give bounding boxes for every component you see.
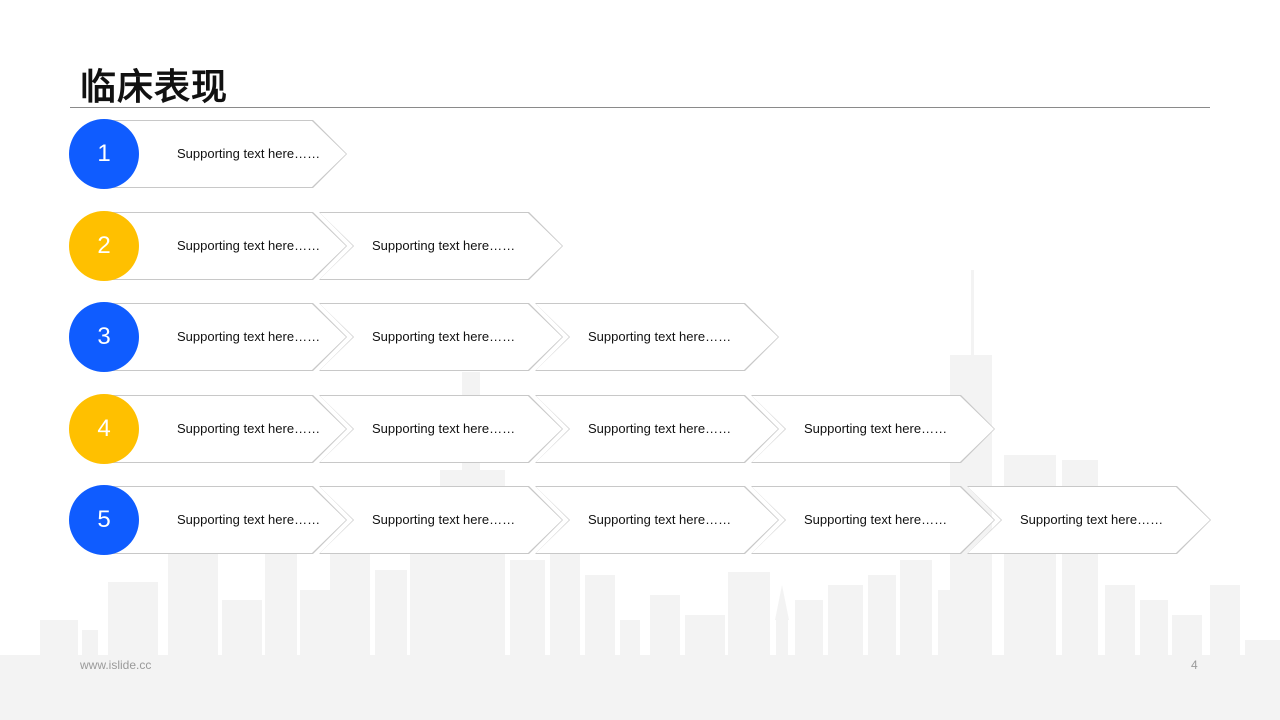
chevron-step: Supporting text here……: [535, 486, 779, 554]
chevron-step: Supporting text here……: [104, 303, 347, 371]
step-number-badge: 4: [69, 394, 139, 464]
chevron-text: Supporting text here……: [177, 421, 321, 436]
chevron-text: Supporting text here……: [372, 421, 516, 436]
step-row-5: Supporting text here…… Supporting text he…: [0, 485, 1280, 555]
chevron-fill: Supporting text here……: [536, 304, 778, 370]
chevron-step: Supporting text here……: [319, 212, 563, 280]
step-row-1: Supporting text here…… 1: [0, 119, 1280, 189]
footer-url: www.islide.cc: [80, 658, 152, 672]
step-number-badge: 2: [69, 211, 139, 281]
chevron-step: Supporting text here……: [751, 486, 995, 554]
chevron-fill: Supporting text here……: [105, 487, 346, 553]
chevron-step: Supporting text here……: [104, 212, 347, 280]
chevron-text: Supporting text here……: [177, 512, 321, 527]
chevron-fill: Supporting text here……: [320, 304, 562, 370]
chevron-fill: Supporting text here……: [536, 396, 778, 462]
chevron-fill: Supporting text here……: [752, 396, 994, 462]
chevron-fill: Supporting text here……: [968, 487, 1210, 553]
chevron-fill: Supporting text here……: [105, 396, 346, 462]
chevron-text: Supporting text here……: [588, 512, 732, 527]
chevron-fill: Supporting text here……: [105, 213, 346, 279]
chevron-fill: Supporting text here……: [320, 487, 562, 553]
chevron-step: Supporting text here……: [967, 486, 1211, 554]
chevron-fill: Supporting text here……: [536, 487, 778, 553]
chevron-fill: Supporting text here……: [752, 487, 994, 553]
chevron-step: Supporting text here……: [319, 395, 563, 463]
chevron-text: Supporting text here……: [177, 329, 321, 344]
chevron-text: Supporting text here……: [177, 238, 321, 253]
chevron-fill: Supporting text here……: [105, 121, 346, 187]
chevron-step: Supporting text here……: [319, 486, 563, 554]
chevron-fill: Supporting text here……: [105, 304, 346, 370]
chevron-text: Supporting text here……: [588, 329, 732, 344]
chevron-step: Supporting text here……: [104, 486, 347, 554]
chevron-step: Supporting text here……: [751, 395, 995, 463]
step-row-2: Supporting text here…… Supporting text he…: [0, 211, 1280, 281]
chevron-step: Supporting text here……: [535, 303, 779, 371]
step-number-badge: 3: [69, 302, 139, 372]
step-row-4: Supporting text here…… Supporting text he…: [0, 394, 1280, 464]
chevron-text: Supporting text here……: [372, 238, 516, 253]
chevron-step: Supporting text here……: [104, 120, 347, 188]
chevron-fill: Supporting text here……: [320, 213, 562, 279]
chevron-text: Supporting text here……: [804, 512, 948, 527]
page-number: 4: [1191, 658, 1198, 672]
chevron-text: Supporting text here……: [372, 512, 516, 527]
step-number-badge: 5: [69, 485, 139, 555]
chevron-text: Supporting text here……: [372, 329, 516, 344]
chevron-text: Supporting text here……: [804, 421, 948, 436]
chevron-step: Supporting text here……: [535, 395, 779, 463]
chevron-fill: Supporting text here……: [320, 396, 562, 462]
chevron-text: Supporting text here……: [588, 421, 732, 436]
title-divider: [70, 107, 1210, 108]
chevron-step: Supporting text here……: [319, 303, 563, 371]
chevron-text: Supporting text here……: [177, 146, 321, 161]
chevron-text: Supporting text here……: [1020, 512, 1164, 527]
chevron-step: Supporting text here……: [104, 395, 347, 463]
step-number-badge: 1: [69, 119, 139, 189]
step-row-3: Supporting text here…… Supporting text he…: [0, 302, 1280, 372]
slide-title: 临床表现: [80, 67, 229, 108]
